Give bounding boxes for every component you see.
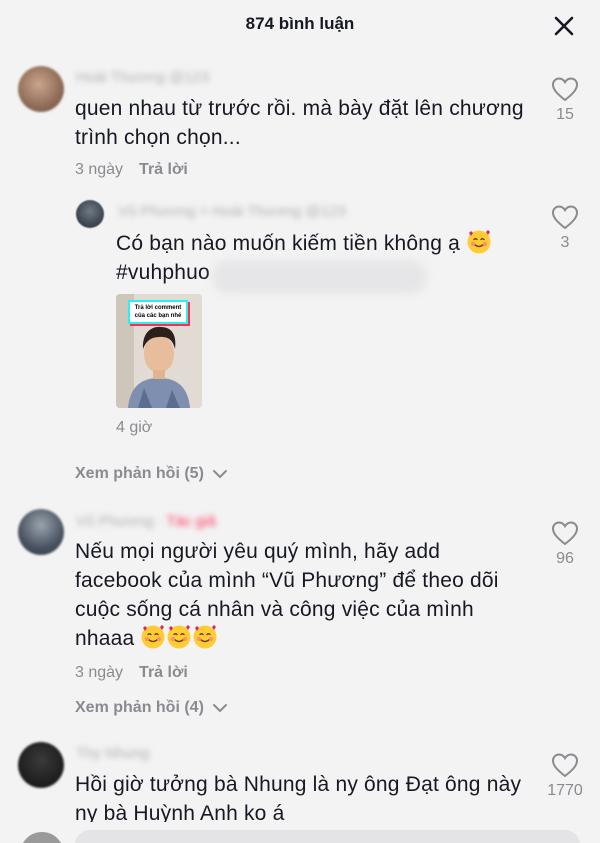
heart-icon (551, 521, 579, 546)
avatar[interactable] (18, 66, 64, 112)
comments-header: 874 bình luận (0, 0, 600, 52)
blurred-text (212, 260, 427, 294)
reply-button[interactable]: Trả lời (139, 664, 188, 681)
comment-meta: 3 ngày Trả lời (75, 161, 188, 179)
like-button[interactable]: 96 (545, 520, 585, 568)
comment-text: Hồi giờ tưởng bà Nhung là ny ông Đạt ông… (75, 773, 522, 825)
like-count: 96 (556, 550, 574, 567)
avatar[interactable] (18, 509, 64, 555)
video-thumbnail[interactable]: Trả lời comment của các bạn nhé (116, 294, 202, 408)
author-badge: Tác giả (166, 513, 216, 530)
smiling-face-with-hearts-icon (141, 625, 165, 649)
comment-text: Nếu mọi người yêu quý mình, hãy add face… (75, 540, 499, 650)
avatar[interactable] (76, 200, 104, 228)
comment-count-title: 874 bình luận (245, 14, 355, 33)
like-count: 15 (556, 106, 574, 123)
comment-time: 4 giờ (116, 419, 153, 436)
close-icon[interactable] (552, 14, 576, 38)
comment-username[interactable]: Hoài Thương @123 (76, 69, 209, 86)
thumbnail-caption: Trả lời comment của các bạn nhé (128, 300, 188, 324)
smiling-face-with-hearts-icon (467, 230, 491, 254)
view-replies-button[interactable]: Xem phản hồi (5) (75, 465, 228, 483)
smiling-face-with-hearts-icon (193, 625, 217, 649)
heart-icon (551, 77, 579, 102)
chevron-down-icon (213, 703, 228, 713)
like-count: 1770 (547, 782, 583, 799)
comment-time: 3 ngày (75, 664, 124, 681)
chevron-down-icon (213, 469, 228, 479)
comment-text: quen nhau từ trước rồi. mà bày đặt lên c… (75, 97, 524, 149)
comment-username[interactable]: Vũ Phương > Hoài Thương @123 (118, 203, 346, 220)
reply-button[interactable]: Trả lời (139, 161, 188, 178)
heart-icon (551, 205, 579, 230)
comment-username[interactable]: Vũ Phương · Tác giả (76, 513, 216, 530)
comment-text: Có bạn nào muốn kiếm tiền không ạ (116, 229, 536, 258)
comment-time: 3 ngày (75, 161, 124, 178)
comment-username[interactable]: Thy Nhung (76, 745, 149, 762)
like-button[interactable]: 1770 (545, 752, 585, 800)
comment-meta: 3 ngày Trả lời (75, 664, 188, 682)
like-button[interactable]: 15 (545, 76, 585, 124)
heart-icon (551, 753, 579, 778)
comment-input[interactable] (75, 830, 580, 843)
like-button[interactable]: 3 (545, 204, 585, 252)
smiling-face-with-hearts-icon (167, 625, 191, 649)
view-replies-button[interactable]: Xem phản hồi (4) (75, 699, 228, 717)
like-count: 3 (560, 234, 570, 251)
avatar[interactable] (18, 742, 64, 788)
